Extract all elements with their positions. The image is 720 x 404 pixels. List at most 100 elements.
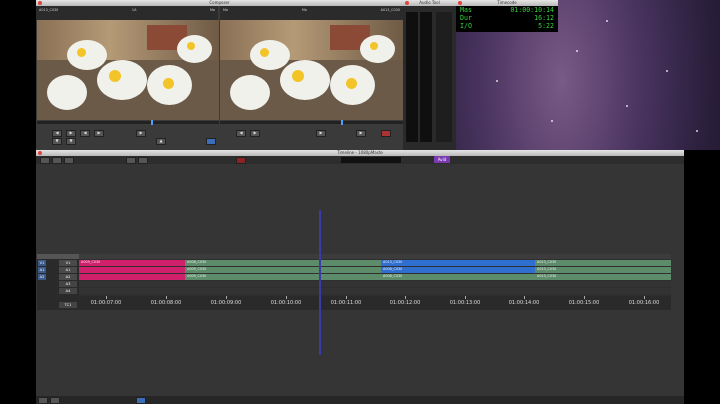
ruler-label: 01:00:11:00 (330, 300, 362, 306)
clip-segment[interactable] (79, 267, 185, 273)
lift-button[interactable] (126, 157, 136, 164)
timecode-ruler[interactable]: 01:00:07:00 01:00:08:00 01:00:09:00 01:0… (79, 296, 671, 310)
clip-segment[interactable]: A008_C030 (381, 267, 535, 273)
ruler-label: 01:00:12:00 (389, 300, 421, 306)
timecode-titlebar[interactable]: Timecode (456, 0, 558, 6)
timecode-row[interactable]: Dur 16:12 (456, 14, 558, 22)
audio-scale (436, 12, 452, 142)
timecode-title: Timecode (497, 0, 517, 5)
clip-segment[interactable]: A013_C030 (381, 260, 535, 266)
composer-title: Composer (209, 0, 230, 5)
overwrite-button[interactable]: ▼ (66, 138, 76, 145)
clip-segment[interactable]: A008_C030 (381, 274, 535, 280)
sync-lock-button[interactable] (64, 157, 74, 164)
left-letterbox (0, 0, 36, 404)
track-label[interactable]: A3 (59, 281, 77, 287)
track-header-bar (79, 254, 671, 259)
clip-segment[interactable]: A013_C030 (535, 267, 671, 273)
ruler-label: 01:00:10:00 (270, 300, 302, 306)
record-mark-in-button[interactable]: ◀ (236, 130, 246, 137)
toggle-source-record-button[interactable] (206, 138, 216, 145)
track-area: A009_C030 A008_C030 A013_C030 A013_C030 … (79, 254, 671, 310)
ruler-label: 01:00:09:00 (210, 300, 242, 306)
record-monitor-frame[interactable] (220, 20, 403, 120)
source-position-bar[interactable] (37, 121, 219, 124)
ruler-label: 01:00:14:00 (508, 300, 540, 306)
extract-button[interactable] (138, 157, 148, 164)
timeline-bottom-bar (36, 396, 684, 404)
timeline-empty-area[interactable] (36, 164, 684, 250)
play-button[interactable]: ▶ (94, 130, 104, 137)
step-back-button[interactable]: ◀ (80, 130, 90, 137)
track-label[interactable]: TC1 (59, 302, 77, 308)
mark-out-button[interactable]: ▶ (66, 130, 76, 137)
clip-segment[interactable]: A008_C030 (185, 260, 381, 266)
clip-segment[interactable] (79, 274, 185, 280)
empty-track[interactable] (79, 288, 671, 294)
record-monitor-info: Ma Ma A013_C030 (220, 6, 403, 20)
timeline-window: Timeline - 1080pMaste Avid V1 V1 A1 A1 A… (36, 150, 684, 404)
segment-mode-button[interactable] (236, 157, 246, 164)
composer-controls: ◀ ▶ ◀ ▶ ▶ ▼ ▼ ▲ ◀ ▶ ▶ ▶ (36, 125, 403, 150)
track-patch[interactable]: A2 (38, 274, 46, 280)
source-monitor-frame[interactable] (37, 20, 219, 120)
track-header (37, 254, 79, 259)
timeline-position-indicator[interactable] (319, 210, 321, 355)
lift-button[interactable]: ▲ (156, 138, 166, 145)
record-track-info: Ma (223, 8, 229, 12)
timecode-label: Dur (460, 14, 472, 22)
timecode-row[interactable]: I/O 5:22 (456, 22, 558, 30)
clip-segment[interactable]: A013_C030 (535, 274, 671, 280)
zoom-in-button[interactable] (50, 397, 60, 404)
track-panel: V1 V1 A1 A1 A2 A2 A3 A4 TC1 (37, 254, 79, 310)
timeline-toolbar: Avid (36, 156, 684, 164)
clip-segment[interactable]: A009_C030 (185, 267, 381, 273)
timeline-menu-button[interactable] (136, 397, 146, 404)
record-mark-info: Ma (301, 8, 307, 12)
track-label[interactable]: V1 (59, 260, 77, 266)
record-play-button[interactable]: ▶ (316, 130, 326, 137)
right-letterbox (684, 150, 720, 404)
track-patch[interactable]: A1 (38, 267, 46, 273)
timecode-value: 16:12 (534, 14, 554, 22)
record-button[interactable] (381, 130, 391, 137)
step-forward-button[interactable]: ▶ (136, 130, 146, 137)
source-mark-info: Ma (209, 8, 215, 12)
record-clip-name: A013_C030 (380, 8, 400, 12)
mark-in-button[interactable]: ◀ (52, 130, 62, 137)
clip-segment[interactable]: A009_C030 (79, 260, 185, 266)
ruler-label: 01:00:16:00 (628, 300, 660, 306)
audio-tool-titlebar[interactable]: Audio Tool (403, 0, 456, 6)
close-icon[interactable] (405, 1, 409, 5)
timeline-search-input[interactable] (341, 157, 401, 163)
timecode-value: 5:22 (538, 22, 554, 30)
track-label[interactable]: A4 (59, 288, 77, 294)
audio-tool-window: Audio Tool (403, 0, 456, 150)
track-patch[interactable]: V1 (38, 260, 46, 266)
video-quality-button[interactable] (40, 157, 50, 164)
ruler-label: 01:00:07:00 (90, 300, 122, 306)
close-icon[interactable] (38, 151, 42, 155)
record-step-button[interactable]: ▶ (356, 130, 366, 137)
record-track-button[interactable] (52, 157, 62, 164)
close-icon[interactable] (38, 1, 42, 5)
timecode-label: I/O (460, 22, 472, 30)
track-label[interactable]: A2 (59, 274, 77, 280)
timecode-label: Mas (460, 6, 472, 14)
track-label[interactable]: A1 (59, 267, 77, 273)
ruler-label: 01:00:13:00 (449, 300, 481, 306)
clip-segment[interactable]: A009_C030 (185, 274, 381, 280)
splice-button[interactable]: ▼ (52, 138, 62, 145)
zoom-out-button[interactable] (38, 397, 48, 404)
timecode-window: Timecode Mas 01:00:10:14 Dur 16:12 I/O 5:22 (456, 0, 558, 32)
timecode-row[interactable]: Mas 01:00:10:14 (456, 6, 558, 14)
timecode-value: 01:00:10:14 (510, 6, 554, 14)
empty-track[interactable] (79, 281, 671, 287)
record-position-bar[interactable] (220, 121, 403, 124)
audio-tool-title: Audio Tool (419, 0, 440, 5)
clip-segment[interactable]: A013_C030 (535, 260, 671, 266)
source-clip-name: A013_C030 (39, 8, 59, 12)
close-icon[interactable] (458, 1, 462, 5)
record-mark-out-button[interactable]: ▶ (250, 130, 260, 137)
timeline-title: Timeline - 1080pMaste (337, 150, 383, 155)
